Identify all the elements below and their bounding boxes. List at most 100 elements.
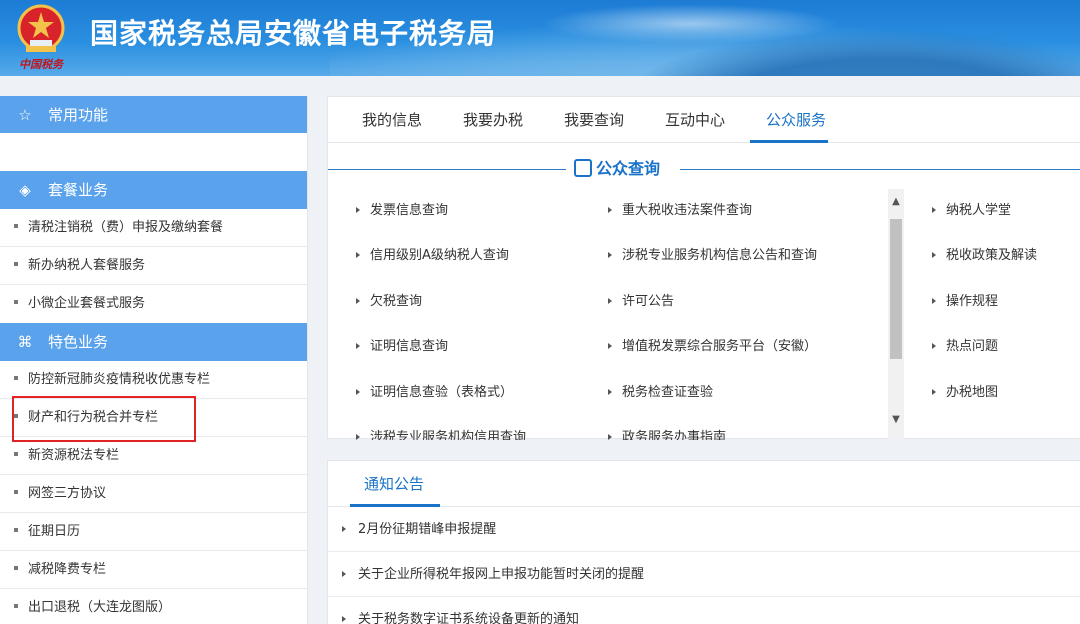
tab-tax-handling[interactable]: 我要办税 bbox=[463, 97, 523, 143]
header-mountain-dark bbox=[620, 30, 1080, 76]
public-query-title-text: 公众查询 bbox=[596, 159, 661, 178]
divider-line-left bbox=[328, 169, 566, 170]
tab-query[interactable]: 我要查询 bbox=[564, 97, 624, 143]
sidebar-item-label: 新办纳税人套餐服务 bbox=[28, 258, 146, 273]
scrollbar-thumb[interactable] bbox=[890, 219, 902, 359]
caret-right-icon bbox=[342, 570, 346, 577]
search-doc-icon bbox=[574, 158, 592, 177]
sidebar-item[interactable]: 小微企业套餐式服务 bbox=[0, 285, 307, 323]
query-link-label: 欠税查询 bbox=[370, 294, 423, 309]
sidebar-item[interactable]: 出口退税（大连龙图版） bbox=[0, 589, 307, 624]
tab-my-info[interactable]: 我的信息 bbox=[362, 97, 422, 143]
grid-icon: ⌘ bbox=[17, 333, 33, 351]
sidebar-section-label: 常用功能 bbox=[48, 105, 109, 124]
sidebar-item[interactable]: 新办纳税人套餐服务 bbox=[0, 247, 307, 285]
query-link-label: 发票信息查询 bbox=[370, 203, 449, 218]
quick-link[interactable]: 税收政策及解读 bbox=[932, 246, 1037, 266]
query-link[interactable]: 涉税专业服务机构信息公告和查询 bbox=[608, 246, 817, 266]
active-tab-underline bbox=[750, 140, 828, 143]
query-link[interactable]: 政务服务办事指南 bbox=[608, 428, 726, 440]
query-link-label: 信用级别A级纳税人查询 bbox=[370, 248, 509, 263]
sidebar-item-label: 财产和行为税合并专栏 bbox=[28, 410, 159, 425]
sidebar-item[interactable]: 减税降费专栏 bbox=[0, 551, 307, 589]
tab-notices[interactable]: 通知公告 bbox=[364, 461, 424, 507]
quick-link[interactable]: 操作规程 bbox=[932, 292, 998, 312]
caret-right-icon bbox=[608, 388, 612, 395]
site-header: 中国税务 国家税务总局安徽省电子税务局 bbox=[0, 0, 1080, 76]
public-query-title: 公众查询 bbox=[574, 155, 660, 183]
sidebar-item[interactable]: 清税注销税（费）申报及缴纳套餐 bbox=[0, 209, 307, 247]
query-link-label: 证明信息查验（表格式） bbox=[370, 385, 514, 400]
query-link[interactable]: 重大税收违法案件查询 bbox=[608, 201, 752, 221]
quick-link-label: 办税地图 bbox=[946, 385, 999, 400]
sidebar-spacer bbox=[0, 133, 307, 171]
query-link[interactable]: 涉税专业服务机构信用查询 bbox=[356, 428, 526, 440]
caret-right-icon bbox=[932, 388, 936, 395]
scroll-down-icon[interactable]: ▼ bbox=[888, 411, 904, 429]
quick-link[interactable]: 办税地图 bbox=[932, 383, 998, 403]
bullet-icon bbox=[14, 565, 18, 570]
sidebar-item[interactable]: 新资源税法专栏 bbox=[0, 437, 307, 475]
query-link[interactable]: 证明信息查验（表格式） bbox=[356, 383, 513, 403]
caret-right-icon bbox=[608, 297, 612, 304]
caret-right-icon bbox=[608, 251, 612, 258]
notice-item[interactable]: 关于企业所得税年报网上申报功能暂时关闭的提醒 bbox=[328, 552, 1080, 597]
sidebar-section-label: 特色业务 bbox=[48, 333, 109, 351]
caret-right-icon bbox=[356, 206, 360, 213]
caret-right-icon bbox=[356, 251, 360, 258]
sidebar-section-common[interactable]: ☆ 常用功能 bbox=[0, 96, 307, 133]
bullet-icon bbox=[14, 375, 18, 380]
sidebar-section-label: 套餐业务 bbox=[48, 181, 109, 199]
layers-icon: ◈ bbox=[19, 181, 31, 199]
sidebar-item[interactable]: 征期日历 bbox=[0, 513, 307, 551]
sidebar-item-label: 新资源税法专栏 bbox=[28, 448, 120, 463]
quick-link-label: 操作规程 bbox=[946, 294, 999, 309]
site-title: 国家税务总局安徽省电子税务局 bbox=[90, 17, 497, 50]
quick-link-label: 纳税人学堂 bbox=[946, 203, 1012, 218]
sidebar: ☆ 常用功能 ◈ 套餐业务 清税注销税（费）申报及缴纳套餐 新办纳税人套餐服务 … bbox=[0, 96, 308, 624]
query-link[interactable]: 税务检查证查验 bbox=[608, 383, 713, 403]
section-divider: 公众查询 bbox=[328, 155, 1080, 183]
quick-link[interactable]: 纳税人学堂 bbox=[932, 201, 1011, 221]
notice-item-label: 2月份征期错峰申报提醒 bbox=[358, 522, 497, 537]
caret-right-icon bbox=[608, 206, 612, 213]
star-icon: ☆ bbox=[18, 105, 32, 124]
scroll-up-icon[interactable]: ▲ bbox=[888, 193, 904, 211]
sidebar-item-highlighted[interactable]: 财产和行为税合并专栏 bbox=[0, 399, 307, 437]
caret-right-icon bbox=[932, 206, 936, 213]
quick-link-label: 税收政策及解读 bbox=[946, 248, 1038, 263]
query-link[interactable]: 证明信息查询 bbox=[356, 337, 448, 357]
sidebar-item-label: 征期日历 bbox=[28, 524, 81, 539]
sidebar-item[interactable]: 网签三方协议 bbox=[0, 475, 307, 513]
tab-public-service[interactable]: 公众服务 bbox=[766, 97, 826, 143]
divider-line-right bbox=[680, 169, 1080, 170]
query-link[interactable]: 信用级别A级纳税人查询 bbox=[356, 246, 509, 266]
emblem-text: 中国税务 bbox=[19, 58, 65, 71]
service-panel: 我的信息 我要办税 我要查询 互动中心 公众服务 公众查询 发票信息查询 信用级… bbox=[327, 96, 1080, 440]
notice-item[interactable]: 关于税务数字证书系统设备更新的通知 bbox=[328, 597, 1080, 624]
caret-right-icon bbox=[356, 388, 360, 395]
query-link-label: 许可公告 bbox=[622, 294, 675, 309]
query-scrollbar[interactable]: ▲ ▼ bbox=[888, 189, 904, 439]
sidebar-item[interactable]: 防控新冠肺炎疫情税收优惠专栏 bbox=[0, 361, 307, 399]
query-link[interactable]: 发票信息查询 bbox=[356, 201, 448, 221]
query-link-label: 涉税专业服务机构信用查询 bbox=[370, 430, 527, 440]
query-link[interactable]: 欠税查询 bbox=[356, 292, 422, 312]
query-link-label: 重大税收违法案件查询 bbox=[622, 203, 753, 218]
sidebar-section-special[interactable]: ⌘ 特色业务 bbox=[0, 323, 307, 361]
notice-header: 通知公告 bbox=[328, 461, 1080, 507]
query-link-label: 政务服务办事指南 bbox=[622, 430, 727, 440]
query-link[interactable]: 许可公告 bbox=[608, 292, 674, 312]
sidebar-item-label: 小微企业套餐式服务 bbox=[28, 296, 146, 311]
notice-item[interactable]: 2月份征期错峰申报提醒 bbox=[328, 507, 1080, 552]
query-link[interactable]: 增值税发票综合服务平台（安徽） bbox=[608, 337, 817, 357]
caret-right-icon bbox=[356, 297, 360, 304]
tab-interaction[interactable]: 互动中心 bbox=[665, 97, 725, 143]
notice-item-label: 关于企业所得税年报网上申报功能暂时关闭的提醒 bbox=[358, 567, 645, 582]
sidebar-section-package[interactable]: ◈ 套餐业务 bbox=[0, 171, 307, 209]
bullet-icon bbox=[14, 223, 18, 228]
quick-link[interactable]: 热点问题 bbox=[932, 337, 998, 357]
query-links-area: 发票信息查询 信用级别A级纳税人查询 欠税查询 证明信息查询 证明信息查验（表格… bbox=[328, 193, 888, 440]
caret-right-icon bbox=[932, 251, 936, 258]
sidebar-item-label: 出口退税（大连龙图版） bbox=[28, 600, 172, 615]
